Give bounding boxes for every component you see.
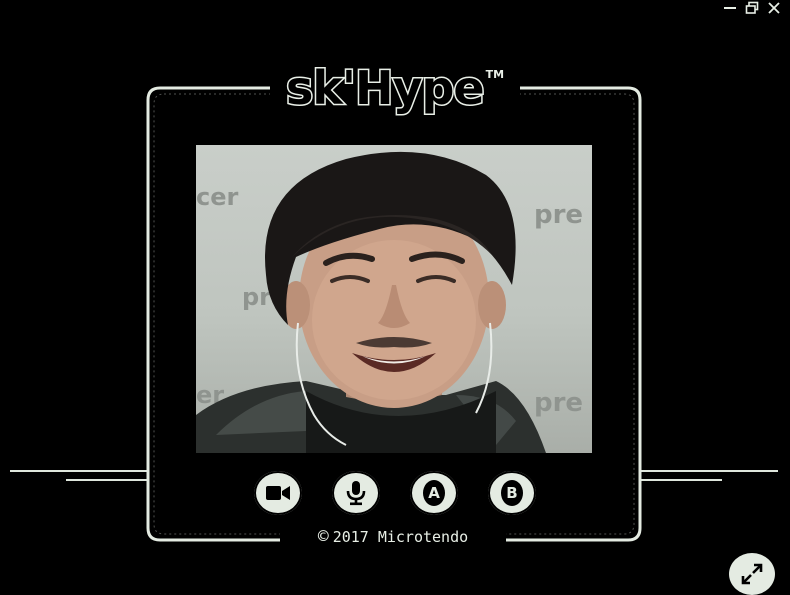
close-icon[interactable] bbox=[766, 1, 782, 15]
skype-call-screen: sk'Hype TM pre cer pre cer pr er bbox=[0, 0, 790, 595]
copyright-text: 2017 Microtendo bbox=[332, 528, 469, 546]
a-button[interactable]: A bbox=[410, 471, 458, 515]
b-button-label: B bbox=[501, 480, 523, 506]
backdrop-text: pre bbox=[534, 200, 583, 230]
microphone-icon bbox=[346, 481, 366, 506]
window-controls bbox=[722, 0, 782, 16]
restore-icon[interactable] bbox=[744, 1, 760, 15]
backdrop-text: cer bbox=[196, 183, 239, 211]
minimize-icon[interactable] bbox=[722, 1, 738, 15]
video-camera-icon bbox=[266, 486, 290, 500]
app-logo: sk'Hype TM bbox=[270, 56, 520, 120]
copyright-footer: © 2017 Microtendo bbox=[280, 526, 506, 548]
backdrop-text: pre bbox=[534, 388, 583, 418]
expand-button[interactable] bbox=[729, 553, 775, 595]
video-camera-button[interactable] bbox=[254, 471, 302, 515]
b-button[interactable]: B bbox=[488, 471, 536, 515]
copyright-icon: © bbox=[317, 526, 329, 547]
call-controls: A B bbox=[254, 471, 536, 515]
right-rail-inner bbox=[640, 479, 722, 481]
a-button-label: A bbox=[423, 480, 445, 506]
logo-text: sk'Hype bbox=[284, 61, 486, 115]
left-rail-inner bbox=[66, 479, 148, 481]
expand-icon bbox=[741, 563, 763, 585]
left-rail-outer bbox=[10, 470, 148, 472]
microphone-button[interactable] bbox=[332, 471, 380, 515]
backdrop-text: pr bbox=[242, 283, 271, 311]
caller-video-image: pre cer pre cer pr er bbox=[196, 151, 583, 453]
video-feed[interactable]: pre cer pre cer pr er bbox=[196, 145, 592, 453]
right-rail-outer bbox=[640, 470, 778, 472]
logo-trademark: TM bbox=[485, 68, 505, 81]
